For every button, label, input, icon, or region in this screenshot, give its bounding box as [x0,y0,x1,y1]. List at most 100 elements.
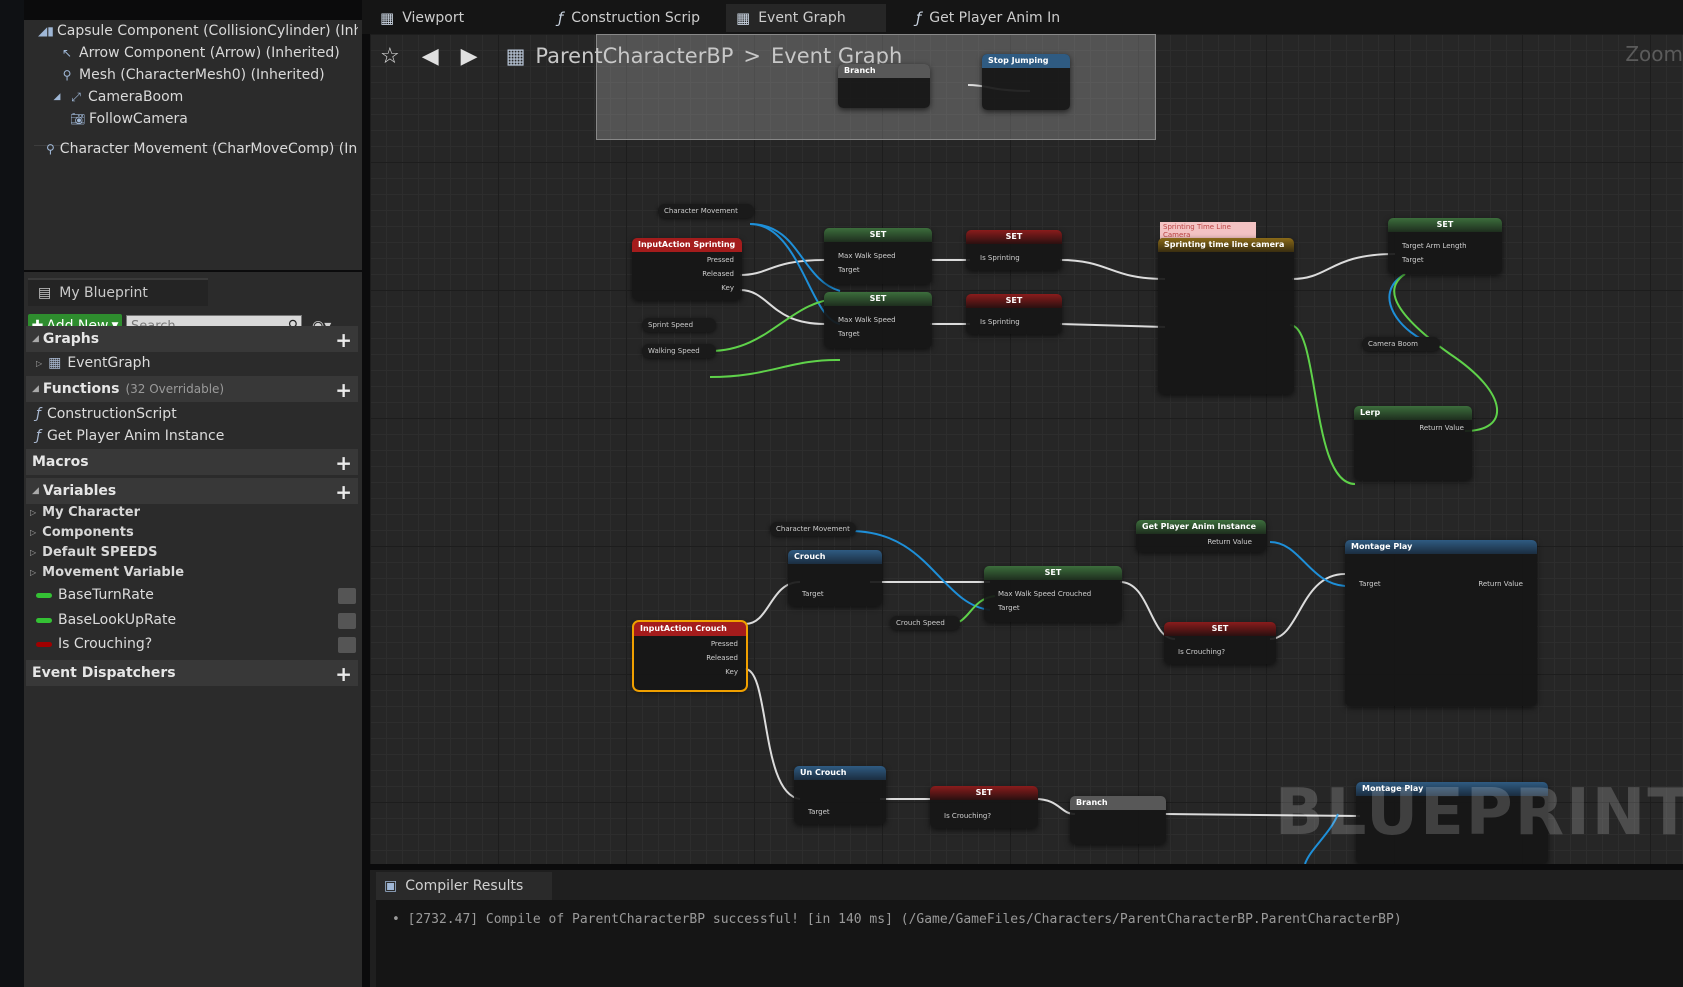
node-title: SET [966,230,1062,244]
zoom-label: Zoom [1625,42,1683,66]
node-get-player-anim-instance[interactable]: Get Player Anim Instance Return Value [1136,520,1266,552]
node-stop-jumping[interactable]: Stop Jumping [982,54,1070,110]
node-crouch[interactable]: Crouch Target [788,550,882,606]
compiler-icon: ▣ [384,878,398,894]
expand-triangle-icon: ▷ [30,508,37,517]
variable-item-baselookuprate[interactable]: BaseLookUpRate [36,612,176,628]
node-set-max-walk-speed[interactable]: SET Max Walk Speed Target [824,228,932,284]
node-set-is-sprinting[interactable]: SET Is Sprinting [966,230,1062,270]
node-get-camera-boom[interactable]: Camera Boom [1362,337,1440,351]
node-title: InputAction Sprinting [632,238,742,252]
editor-tabs-bar: ▦ Viewport ƒ Construction Scrip ▦ Event … [362,0,1683,34]
add-function-button[interactable]: + [335,378,352,402]
graph-icon: ▦ [736,9,751,27]
variable-item-baseturnrate[interactable]: BaseTurnRate [36,587,154,603]
component-mesh[interactable]: ⚲ Mesh (CharacterMesh0) (Inherited) [60,67,325,83]
node-get-crouch-speed[interactable]: Crouch Speed [890,616,960,630]
expand-triangle-icon: ▷ [30,568,37,577]
compiler-results-tab[interactable]: ▣ Compiler Results [376,872,552,900]
variable-label: Is Crouching? [58,636,153,652]
object-wire [1269,541,1346,587]
component-arrow[interactable]: ↖ Arrow Component (Arrow) (Inherited) [60,45,340,61]
compiler-log: • [2732.47] Compile of ParentCharacterBP… [376,900,1683,987]
tab-event-graph[interactable]: ▦ Event Graph [726,4,886,32]
variable-item-is-crouching[interactable]: Is Crouching? [36,636,152,652]
collapse-triangle-icon: ◢ [32,384,39,394]
component-followcamera[interactable]: 📷︎ FollowCamera [70,111,188,127]
graph-icon: ▦ [505,44,526,68]
pin-label: Is Sprinting [980,254,1020,262]
function-item-label: Get Player Anim Instance [46,428,225,444]
event-dispatchers-category[interactable]: Event Dispatchers + [26,660,358,686]
exec-wire [744,668,801,800]
node-montage-play[interactable]: Montage Play Target Return Value [1345,540,1537,706]
node-label: Crouch Speed [896,619,945,627]
add-event-dispatcher-button[interactable]: + [335,662,352,686]
node-set-max-walk-speed-crouched[interactable]: SET Max Walk Speed Crouched Target [984,566,1122,622]
tab-get-player-anim-instance[interactable]: ƒ Get Player Anim In [906,4,1086,32]
node-get-character-movement[interactable]: Character Movement [658,204,754,218]
node-timeline-sprinting-camera[interactable]: Sprinting time line camera [1158,238,1294,394]
node-lerp[interactable]: Lerp Return Value [1354,406,1472,480]
functions-label: Functions [42,381,120,397]
node-title: Branch [838,64,930,78]
function-item-get-player-anim-instance[interactable]: ƒ Get Player Anim Instance [36,428,224,444]
node-title: SET [966,294,1062,308]
graphs-category[interactable]: ◢ Graphs + [26,326,358,352]
back-arrow-icon[interactable]: ◀ [422,44,439,69]
graph-item-label: EventGraph [67,355,151,371]
node-branch-top[interactable]: Branch [838,64,930,108]
node-title: SET [824,228,932,242]
node-inputaction-sprinting[interactable]: InputAction Sprinting Pressed Released K… [632,238,742,300]
variable-group-default-speeds[interactable]: ▷ Default SPEEDS [30,545,157,560]
function-item-constructionscript[interactable]: ƒ ConstructionScript [36,406,177,422]
event-graph-canvas[interactable]: ☆ ◀ ▶ ▦ ParentCharacterBP > Event Graph … [370,34,1683,864]
node-get-sprint-speed[interactable]: Sprint Speed [642,318,716,332]
component-cameraboom[interactable]: ◢ ⤢ CameraBoom [50,89,184,105]
exec-wire [1059,259,1166,280]
visibility-eye-icon[interactable] [338,613,356,629]
graph-item-eventgraph[interactable]: ▷ ▦ EventGraph [36,355,150,371]
favorite-star-icon[interactable]: ☆ [380,44,400,69]
node-set-is-sprinting[interactable]: SET Is Sprinting [966,294,1062,334]
compiler-tab-label: Compiler Results [405,878,524,894]
tab-label: Construction Scrip [571,10,700,26]
component-capsule[interactable]: ◢▮ Capsule Component (CollisionCylinder)… [38,23,358,39]
variable-group-components[interactable]: ▷ Components [30,525,134,540]
pin-label: Pressed [706,256,734,264]
node-set-max-walk-speed[interactable]: SET Max Walk Speed Target [824,292,932,348]
node-get-character-movement[interactable]: Character Movement [770,522,856,536]
tab-viewport[interactable]: ▦ Viewport [370,4,530,32]
add-variable-button[interactable]: + [335,480,352,504]
variable-group-movement-variable[interactable]: ▷ Movement Variable [30,565,184,580]
add-macro-button[interactable]: + [335,451,352,475]
pin-label: Max Walk Speed [838,252,896,260]
node-un-crouch[interactable]: Un Crouch Target [794,766,886,824]
functions-category[interactable]: ◢ Functions (32 Overridable) + [26,376,358,402]
visibility-eye-icon[interactable] [338,588,356,604]
component-charmovement[interactable]: ⚲ Character Movement (CharMoveComp) (Inh… [46,141,358,157]
expand-triangle-icon: ◢ [53,92,61,102]
node-set-is-crouching[interactable]: SET Is Crouching? [930,786,1038,828]
breadcrumb-separator: > [743,44,762,68]
tab-label: Event Graph [758,10,846,26]
node-branch-bottom[interactable]: Branch [1070,796,1166,844]
variables-category[interactable]: ◢ Variables + [26,478,358,504]
pin-label: Max Walk Speed [838,316,896,324]
node-set-is-crouching[interactable]: SET Is Crouching? [1164,622,1276,664]
tab-construction-script[interactable]: ƒ Construction Scrip [548,4,708,32]
node-set-target-arm-length[interactable]: SET Target Arm Length Target [1388,218,1502,274]
node-get-walking-speed[interactable]: Walking Speed [642,344,716,358]
add-graph-button[interactable]: + [335,328,352,352]
pin-label: Target [802,590,824,598]
my-blueprint-tab[interactable]: ▤ My Blueprint [28,278,208,306]
function-icon: ƒ [36,428,41,444]
breadcrumb-blueprint[interactable]: ParentCharacterBP [535,44,733,68]
visibility-eye-icon[interactable] [338,637,356,653]
node-inputaction-crouch[interactable]: InputAction Crouch Pressed Released Key [632,620,748,692]
forward-arrow-icon[interactable]: ▶ [461,44,478,69]
float-type-pill-icon [36,617,52,623]
macros-category[interactable]: Macros + [26,449,358,475]
variable-group-my-character[interactable]: ▷ My Character [30,505,140,520]
component-label: CameraBoom [88,89,184,105]
